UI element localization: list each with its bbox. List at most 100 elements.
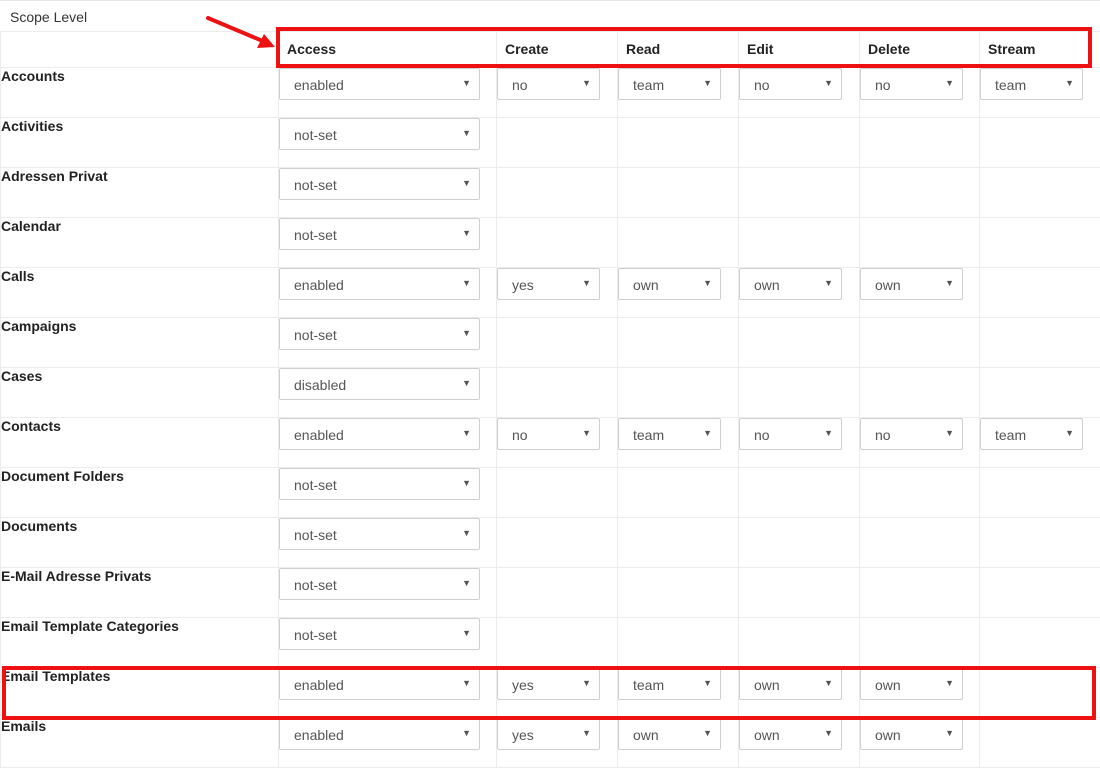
calls-read-select[interactable]: own ▼ — [618, 268, 721, 300]
read-cell: own ▼ — [617, 717, 739, 768]
email-templates-access-select[interactable]: enabled ▼ — [279, 668, 480, 700]
scope-name: Contacts — [0, 417, 279, 468]
empty-cell — [859, 517, 980, 568]
chevron-down-icon: ▼ — [582, 678, 591, 688]
empty-cell — [496, 167, 618, 218]
access-cell: not-set ▼ — [278, 117, 497, 168]
accounts-access-select[interactable]: enabled ▼ — [279, 68, 480, 100]
empty-cell — [617, 517, 739, 568]
contacts-stream-select[interactable]: team ▼ — [980, 418, 1083, 450]
select-value: enabled — [294, 427, 344, 443]
adressen-privat-access-select[interactable]: not-set ▼ — [279, 168, 480, 200]
scope-row-campaigns: Campaigns not-set ▼ — [0, 317, 1100, 368]
select-value: no — [875, 77, 891, 93]
empty-cell — [979, 217, 1100, 268]
select-value: not-set — [294, 227, 337, 243]
access-cell: not-set ▼ — [278, 617, 497, 668]
empty-cell — [979, 717, 1100, 768]
select-value: disabled — [294, 377, 347, 393]
chevron-down-icon: ▼ — [703, 278, 712, 288]
accounts-delete-select[interactable]: no ▼ — [860, 68, 963, 100]
header-scope-column — [0, 31, 279, 68]
empty-cell — [859, 617, 980, 668]
contacts-create-select[interactable]: no ▼ — [497, 418, 600, 450]
empty-cell — [738, 217, 860, 268]
e-mail-adresse-privats-access-select[interactable]: not-set ▼ — [279, 568, 480, 600]
scope-row-cases: Cases disabled ▼ — [0, 367, 1100, 418]
read-cell: team ▼ — [617, 67, 739, 118]
calls-edit-select[interactable]: own ▼ — [739, 268, 842, 300]
contacts-edit-select[interactable]: no ▼ — [739, 418, 842, 450]
empty-cell — [979, 117, 1100, 168]
empty-cell — [979, 517, 1100, 568]
scope-row-documents: Documents not-set ▼ — [0, 517, 1100, 568]
accounts-read-select[interactable]: team ▼ — [618, 68, 721, 100]
delete-cell: own ▼ — [859, 267, 980, 318]
delete-cell: own ▼ — [859, 717, 980, 768]
calls-create-select[interactable]: yes ▼ — [497, 268, 600, 300]
empty-cell — [979, 567, 1100, 618]
scope-row-contacts: Contacts enabled ▼ no ▼ team ▼ no ▼ no ▼ team ▼ — [0, 417, 1100, 468]
chevron-down-icon: ▼ — [703, 78, 712, 88]
email-templates-read-select[interactable]: team ▼ — [618, 668, 721, 700]
empty-cell — [859, 467, 980, 518]
chevron-down-icon: ▼ — [462, 78, 471, 88]
calls-delete-select[interactable]: own ▼ — [860, 268, 963, 300]
create-cell: yes ▼ — [496, 267, 618, 318]
email-templates-delete-select[interactable]: own ▼ — [860, 668, 963, 700]
emails-access-select[interactable]: enabled ▼ — [279, 718, 480, 750]
select-value: own — [754, 277, 780, 293]
calendar-access-select[interactable]: not-set ▼ — [279, 218, 480, 250]
emails-delete-select[interactable]: own ▼ — [860, 718, 963, 750]
cases-access-select[interactable]: disabled ▼ — [279, 368, 480, 400]
header-access: Access — [278, 31, 497, 68]
select-value: enabled — [294, 727, 344, 743]
access-cell: disabled ▼ — [278, 367, 497, 418]
select-value: enabled — [294, 677, 344, 693]
empty-cell — [738, 317, 860, 368]
chevron-down-icon: ▼ — [462, 578, 471, 588]
chevron-down-icon: ▼ — [582, 728, 591, 738]
activities-access-select[interactable]: not-set ▼ — [279, 118, 480, 150]
empty-cell — [738, 167, 860, 218]
chevron-down-icon: ▼ — [824, 278, 833, 288]
empty-cell — [979, 617, 1100, 668]
accounts-create-select[interactable]: no ▼ — [497, 68, 600, 100]
scope-row-adressen-privat: Adressen Privat not-set ▼ — [0, 167, 1100, 218]
empty-cell — [617, 467, 739, 518]
contacts-delete-select[interactable]: no ▼ — [860, 418, 963, 450]
email-template-categories-access-select[interactable]: not-set ▼ — [279, 618, 480, 650]
scope-name: Activities — [0, 117, 279, 168]
contacts-read-select[interactable]: team ▼ — [618, 418, 721, 450]
create-cell: no ▼ — [496, 67, 618, 118]
documents-access-select[interactable]: not-set ▼ — [279, 518, 480, 550]
email-templates-edit-select[interactable]: own ▼ — [739, 668, 842, 700]
scope-row-calls: Calls enabled ▼ yes ▼ own ▼ own ▼ own ▼ — [0, 267, 1100, 318]
scope-name: Adressen Privat — [0, 167, 279, 218]
calls-access-select[interactable]: enabled ▼ — [279, 268, 480, 300]
empty-cell — [738, 617, 860, 668]
access-cell: enabled ▼ — [278, 717, 497, 768]
access-cell: not-set ▼ — [278, 167, 497, 218]
campaigns-access-select[interactable]: not-set ▼ — [279, 318, 480, 350]
email-templates-create-select[interactable]: yes ▼ — [497, 668, 600, 700]
select-value: not-set — [294, 627, 337, 643]
accounts-edit-select[interactable]: no ▼ — [739, 68, 842, 100]
contacts-access-select[interactable]: enabled ▼ — [279, 418, 480, 450]
chevron-down-icon: ▼ — [824, 428, 833, 438]
accounts-stream-select[interactable]: team ▼ — [980, 68, 1083, 100]
scope-name: E-Mail Adresse Privats — [0, 567, 279, 618]
empty-cell — [496, 467, 618, 518]
emails-read-select[interactable]: own ▼ — [618, 718, 721, 750]
document-folders-access-select[interactable]: not-set ▼ — [279, 468, 480, 500]
chevron-down-icon: ▼ — [462, 178, 471, 188]
empty-cell — [617, 317, 739, 368]
scope-name: Cases — [0, 367, 279, 418]
chevron-down-icon: ▼ — [945, 278, 954, 288]
select-value: own — [633, 277, 659, 293]
chevron-down-icon: ▼ — [462, 528, 471, 538]
emails-edit-select[interactable]: own ▼ — [739, 718, 842, 750]
scope-row-email-template-categories: Email Template Categories not-set ▼ — [0, 617, 1100, 668]
emails-create-select[interactable]: yes ▼ — [497, 718, 600, 750]
select-value: own — [754, 677, 780, 693]
